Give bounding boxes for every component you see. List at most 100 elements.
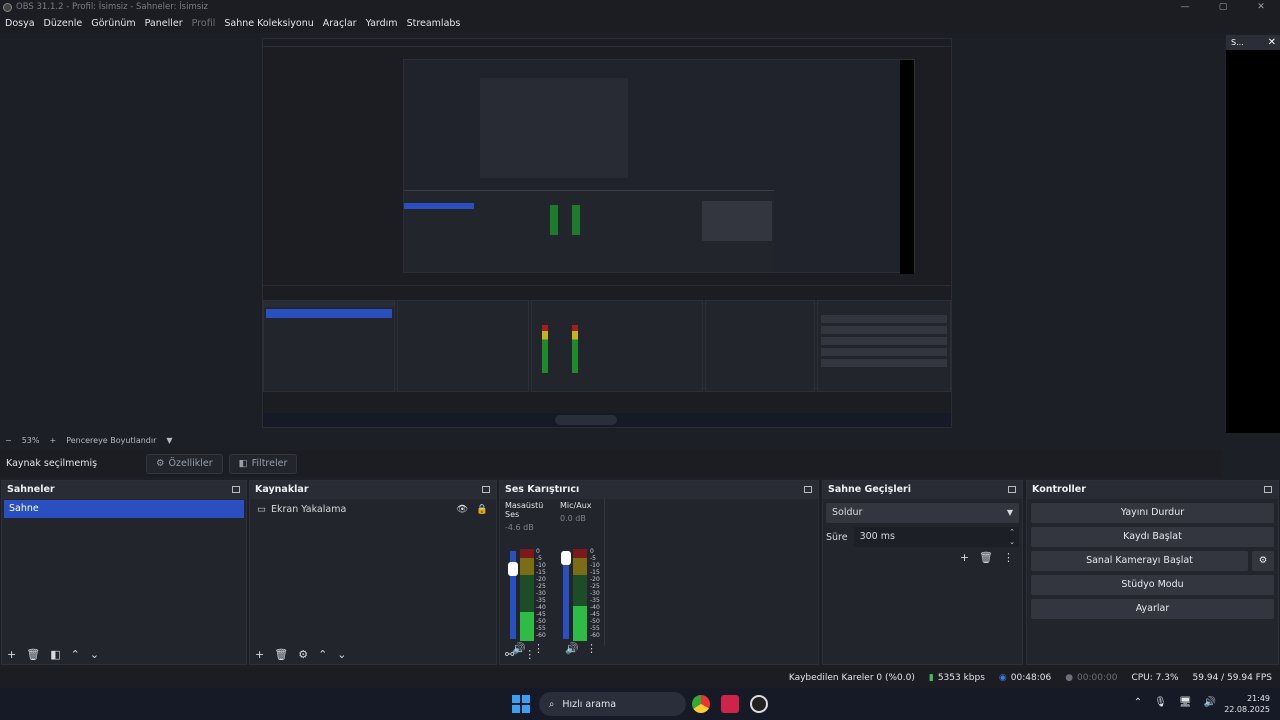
undock-icon[interactable] [232,486,240,493]
virtual-camera-settings-icon[interactable]: ⚙ [1252,551,1274,571]
volume-slider-handle[interactable] [508,562,518,576]
menu-view[interactable]: Görünüm [91,15,135,33]
window-title: OBS 31.1.2 - Profil: İsimsiz - Sahneler:… [16,2,208,12]
dropped-frames: Kaybedilen Kareler 0 (%0.0) [788,672,915,683]
gear-icon: ⚙ [156,458,165,469]
zoom-dropdown-icon[interactable]: ▼ [166,436,172,445]
start-recording-button[interactable]: Kaydı Başlat [1031,527,1274,547]
menu-edit[interactable]: Düzenle [44,15,83,33]
microphone-icon[interactable]: 🎙 [1154,697,1167,708]
start-tile [522,705,530,713]
studio-mode-button[interactable]: Stüdyo Modu [1031,575,1274,595]
move-up-icon[interactable]: ⌃ [318,648,327,661]
nested-meter [550,205,558,235]
chevron-down-icon: ▼ [1006,508,1013,517]
source-item[interactable]: ▭ Ekran Yakalama 👁 🔒 [250,501,496,519]
channel-name: Mic/Aux [560,501,592,510]
add-icon[interactable]: + [960,551,969,564]
mixer-footer: ⚯ ⋮ [500,644,818,664]
start-virtual-camera-button[interactable]: Sanal Kamerayı Başlat [1031,551,1248,571]
right-dock-title: S... [1231,38,1244,47]
controls-dock: Kontroller Yayını Durdur Kaydı Başlat Sa… [1026,480,1279,665]
zoom-bar: − 53% + Pencereye Boyutlandır ▼ [0,433,1222,447]
dock-close-icon[interactable]: ✕ [1268,35,1276,50]
menu-scene-collection[interactable]: Sahne Koleksiyonu [224,15,313,33]
meter-fill [520,611,534,641]
stop-streaming-button[interactable]: Yayını Durdur [1031,503,1274,523]
menu-tools[interactable]: Araçlar [323,15,357,33]
controls-header: Kontroller [1027,481,1278,499]
volume-slider-handle[interactable] [561,551,571,565]
chevron-up-icon[interactable]: ⌃ [1134,697,1142,708]
level-meter [573,549,587,641]
nested-meter [542,325,548,373]
link-icon[interactable]: ⚯ [505,648,514,661]
menu-profile[interactable]: Profil [192,15,216,33]
volume-slider[interactable] [561,551,571,639]
undock-icon[interactable] [1008,486,1016,493]
windows-start-icon[interactable] [512,695,530,713]
zoom-out-button[interactable]: − [5,436,12,445]
menu-docks[interactable]: Paneller [145,15,183,33]
chrome-icon[interactable] [692,695,710,713]
sources-title: Kaynaklar [255,484,309,495]
title-bar: OBS 31.1.2 - Profil: İsimsiz - Sahneler:… [0,0,1280,15]
filter-icon: ◧ [238,458,248,469]
menu-streamlabs[interactable]: Streamlabs [407,15,461,33]
close-button[interactable]: ✕ [1242,0,1280,15]
cpu-usage: CPU: 7.3% [1131,672,1179,683]
controls-title: Kontroller [1032,484,1086,495]
meter-tick: -60 [590,632,600,639]
duration-input[interactable]: 300 ms ⌃ ⌄ [853,527,1019,547]
undock-icon[interactable] [1264,486,1272,493]
filter-icon[interactable]: ◧ [50,648,60,661]
more-icon[interactable]: ⋮ [524,648,535,661]
no-source-label: Kaynak seçilmemiş [6,458,98,469]
transition-select[interactable]: Soldur ▼ [826,503,1019,523]
search-icon: ⌕ [549,698,555,710]
gear-icon[interactable]: ⚙ [298,648,308,661]
obs-taskbar-icon[interactable] [750,695,768,713]
minimize-button[interactable]: — [1166,0,1204,15]
undock-icon[interactable] [482,486,490,493]
stepper-icon[interactable]: ⌃ ⌄ [1009,527,1015,547]
app-icon[interactable] [721,695,739,713]
properties-button[interactable]: ⚙ Özellikler [146,453,223,474]
move-down-icon[interactable]: ⌄ [90,648,99,661]
volume-icon[interactable]: 🔊 [1204,697,1216,708]
undock-icon[interactable] [804,486,812,493]
add-icon[interactable]: + [255,648,264,661]
clock-date: 22.08.2025 [1224,705,1270,714]
move-down-icon[interactable]: ⌄ [337,648,346,661]
maximize-button[interactable]: ▢ [1204,0,1242,15]
zoom-in-button[interactable]: + [49,436,56,445]
scenes-footer: + 🗑 ◧ ⌃ ⌄ [2,644,246,664]
volume-slider[interactable] [508,551,518,639]
menu-help[interactable]: Yardım [366,15,398,33]
record-time: 00:00:00 [1077,672,1118,683]
scenes-header: Sahneler [2,481,246,499]
add-icon[interactable]: + [7,648,16,661]
clock[interactable]: 21:49 22.08.2025 [1224,693,1270,715]
network-icon[interactable]: 🖥 [1179,697,1192,708]
filters-button[interactable]: ◧ Filtreler [228,453,298,474]
nested-source-bar [263,285,951,299]
trash-icon[interactable]: 🗑 [26,648,40,661]
duration-label: Süre [826,531,848,543]
record-icon: ● [1065,672,1074,683]
scene-item[interactable]: Sahne [4,500,244,518]
nested-meter [572,205,580,235]
settings-button[interactable]: Ayarlar [1031,599,1274,619]
move-up-icon[interactable]: ⌃ [71,648,80,661]
nested-ctrl-btn [821,326,947,334]
trash-icon[interactable]: 🗑 [274,648,288,661]
duration-row: Süre 300 ms ⌃ ⌄ [826,527,1019,547]
more-icon[interactable]: ⋮ [1003,551,1014,564]
eye-icon[interactable]: 👁 [456,501,468,519]
lock-icon[interactable]: 🔒 [476,501,488,519]
taskbar-search[interactable]: ⌕ Hızlı arama [539,692,686,716]
meter-tick: -60 [536,632,546,639]
trash-icon[interactable]: 🗑 [979,551,993,564]
menu-file[interactable]: Dosya [5,15,35,33]
nested-transitions [705,300,815,392]
